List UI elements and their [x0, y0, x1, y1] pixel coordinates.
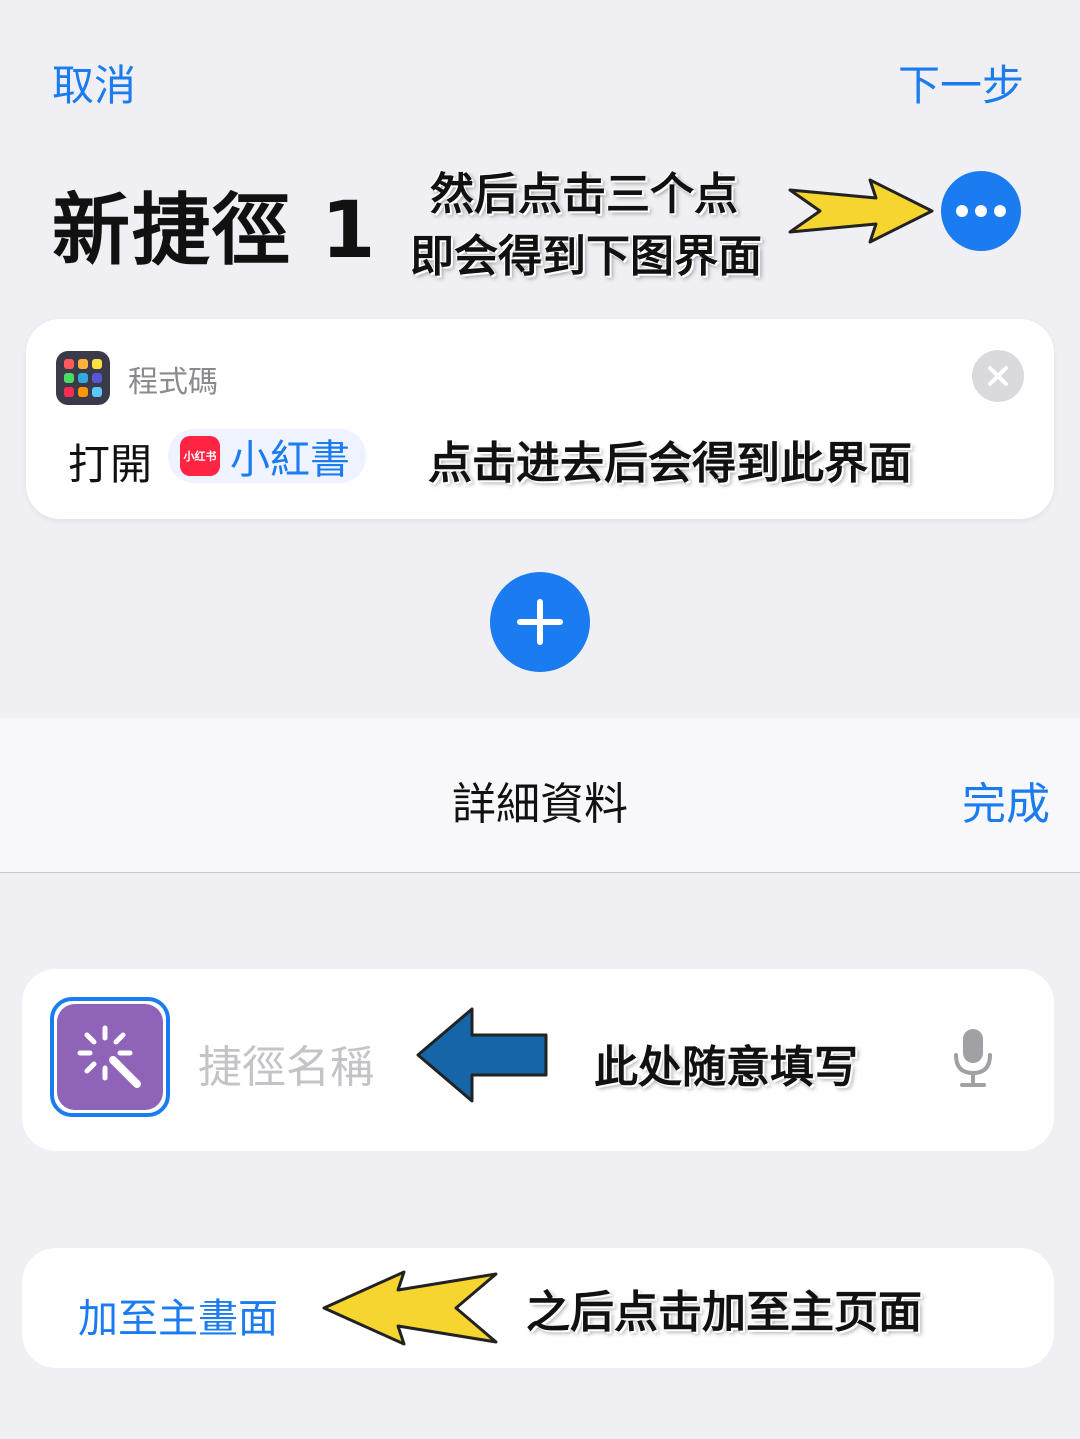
- add-to-home-button[interactable]: 加至主畫面: [78, 1286, 278, 1344]
- app-name: 小紅書: [230, 437, 350, 483]
- annotation-add-home: 之后点击加至主页面: [526, 1287, 922, 1338]
- done-button[interactable]: 完成: [962, 768, 1050, 832]
- shortcut-title: 新捷徑 1: [52, 186, 378, 276]
- shortcut-icon-button[interactable]: [50, 997, 170, 1117]
- add-to-home-card[interactable]: 加至主畫面 之后点击加至主页面: [22, 1248, 1054, 1368]
- blue-arrow-left-icon: [416, 1007, 548, 1103]
- shortcut-icon-tile: [57, 1004, 163, 1110]
- yellow-arrow-left-icon: [322, 1270, 498, 1346]
- annotation-fill-freely: 此处随意填写: [594, 1042, 858, 1093]
- close-icon: [988, 366, 1008, 386]
- action-verb: 打開: [68, 440, 153, 489]
- action-category-label: 程式碼: [128, 365, 218, 400]
- scripting-grid-icon: [56, 351, 110, 405]
- next-button[interactable]: 下一步: [898, 52, 1024, 113]
- details-sheet-title: 詳細資料: [452, 779, 628, 830]
- plus-icon: [517, 599, 563, 645]
- annotation-tap-dots-line2: 即会得到下图界面: [410, 231, 762, 282]
- shortcut-name-input[interactable]: 捷徑名稱: [198, 1031, 374, 1095]
- yellow-arrow-right-icon: [788, 178, 934, 244]
- ellipsis-icon: [956, 205, 1006, 217]
- shortcut-name-card: 捷徑名稱 此处随意填写: [22, 969, 1054, 1151]
- annotation-tap-dots-line1: 然后点击三个点: [430, 169, 738, 220]
- xiaohongshu-app-icon: 小红书: [180, 436, 220, 476]
- add-action-button[interactable]: [490, 572, 590, 672]
- microphone-icon[interactable]: [952, 1027, 994, 1089]
- remove-action-button[interactable]: [972, 350, 1024, 402]
- action-card[interactable]: 程式碼 打開 小红书 小紅書 点击进去后会得到此界面: [26, 319, 1054, 519]
- more-options-button[interactable]: [941, 171, 1021, 251]
- details-sheet-header: 詳細資料 完成: [0, 718, 1080, 873]
- app-parameter-chip[interactable]: 小红书 小紅書: [168, 429, 366, 483]
- magic-wand-icon: [77, 1025, 141, 1088]
- cancel-button[interactable]: 取消: [52, 52, 136, 113]
- annotation-tap-into: 点击进去后会得到此界面: [428, 438, 912, 489]
